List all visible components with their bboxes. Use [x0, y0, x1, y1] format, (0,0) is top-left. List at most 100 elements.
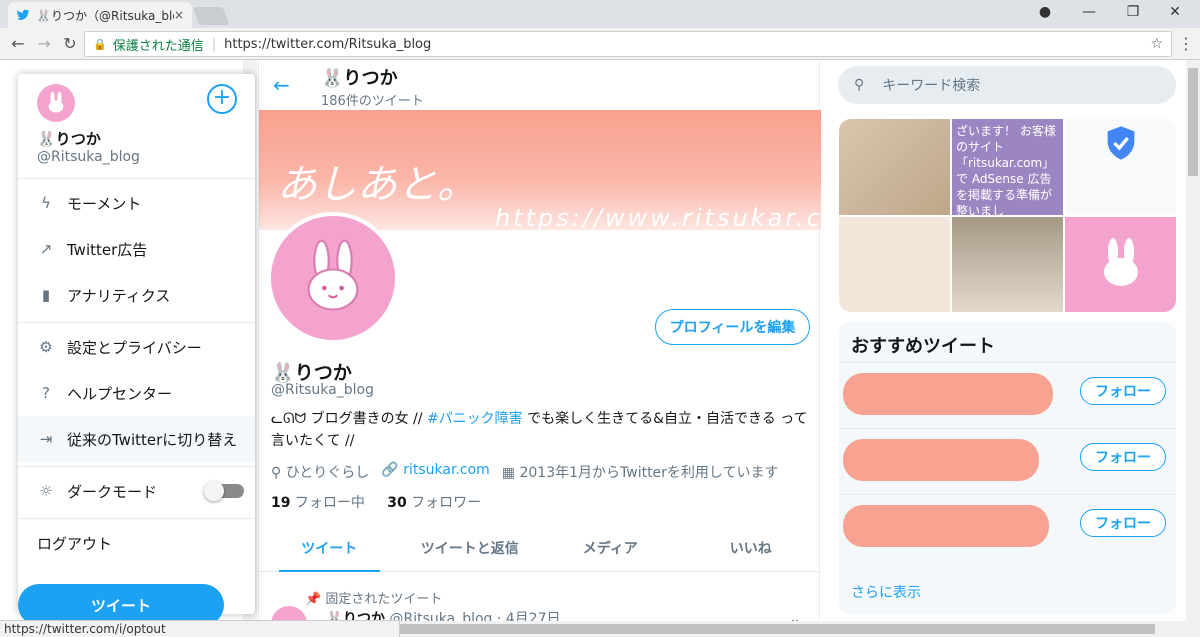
- redacted-user: [843, 373, 1053, 415]
- new-tab-button[interactable]: [192, 7, 230, 25]
- menu-item-label: ヘルプセンター: [67, 384, 173, 403]
- profile-column: ← 🐰りつか 186件のツイート あしあと。 https://www.ritsu…: [258, 60, 822, 621]
- banner-url: https://www.ritsukar.com: [495, 204, 821, 230]
- profile-header: ← 🐰りつか 186件のツイート: [259, 60, 821, 110]
- tab-title: 🐰りつか（@Ritsuka_blog: [36, 8, 174, 23]
- tab-tweets-replies[interactable]: ツイートと返信: [400, 524, 541, 571]
- rabbit-avatar-icon: [307, 239, 359, 311]
- browser-toolbar: ← → ↻ 🔒 保護された通信 | https://twitter.com/Ri…: [0, 28, 1200, 60]
- account-drawer: + 🐰りつか @Ritsuka_blog ϟ モーメント ↗ Twitter広告 ▮…: [18, 74, 255, 614]
- followers-label: フォロワー: [406, 495, 482, 511]
- profile-handle: @Ritsuka_blog: [271, 382, 374, 398]
- rabbit-icon: [1103, 238, 1138, 287]
- recommend-item: フォロー: [839, 428, 1176, 494]
- dark-mode-toggle[interactable]: [204, 481, 244, 501]
- menu-item-label: ログアウト: [37, 534, 113, 553]
- bio-hashtag[interactable]: #パニック障害: [427, 411, 523, 427]
- browser-tab[interactable]: 🐰りつか（@Ritsuka_blog ×: [8, 2, 192, 28]
- profile-avatar[interactable]: [267, 212, 399, 344]
- horizontal-scrollbar[interactable]: [400, 621, 1200, 637]
- external-link-icon: ↗: [39, 240, 53, 258]
- tab-likes[interactable]: いいね: [681, 524, 822, 571]
- shield-check-icon: [1107, 126, 1135, 160]
- reload-icon[interactable]: ↻: [60, 34, 80, 53]
- follow-counts: 19 フォロー中 30 フォロワー: [271, 492, 481, 512]
- media-thumb[interactable]: [839, 216, 950, 312]
- chevron-down-icon[interactable]: ⌄: [789, 611, 801, 621]
- profile-icon[interactable]: ●: [1030, 4, 1060, 20]
- menu-item-logout[interactable]: ログアウト: [18, 520, 255, 566]
- right-scroll-thumb[interactable]: [1188, 68, 1198, 176]
- divider: [18, 322, 255, 323]
- menu-item-label: アナリティクス: [67, 286, 171, 305]
- search-box[interactable]: ⚲ キーワード検索: [838, 66, 1176, 104]
- edit-profile-button[interactable]: プロフィールを編集: [655, 309, 810, 345]
- close-window-icon[interactable]: ✕: [1160, 4, 1190, 20]
- media-thumb[interactable]: [1065, 216, 1176, 312]
- header-name: 🐰りつか: [321, 68, 398, 89]
- drawer-avatar[interactable]: [37, 84, 75, 122]
- menu-item-label: 設定とプライバシー: [67, 338, 202, 357]
- media-grid: ざいます！ お客様のサイト「ritsukar.com」で AdSense 広告を…: [839, 119, 1176, 312]
- add-account-button[interactable]: +: [207, 84, 237, 114]
- menu-item-switch-legacy[interactable]: ⇥ 従来のTwitterに切り替え: [18, 416, 255, 462]
- menu-item-help[interactable]: ? ヘルプセンター: [18, 370, 255, 416]
- tab-tweets[interactable]: ツイート: [259, 524, 400, 572]
- media-thumb[interactable]: [952, 216, 1063, 312]
- calendar-icon: ▦: [501, 465, 520, 481]
- divider: [18, 178, 255, 179]
- recommend-item: フォロー: [839, 362, 1176, 428]
- following-link[interactable]: 19 フォロー中: [271, 495, 365, 511]
- menu-item-moments[interactable]: ϟ モーメント: [18, 180, 255, 226]
- bookmark-star-icon[interactable]: ☆: [1150, 36, 1163, 52]
- menu-icon[interactable]: ⋮: [1176, 34, 1196, 53]
- website-link[interactable]: ritsukar.com: [403, 462, 490, 478]
- media-text: ざいます！ お客様のサイト「ritsukar.com」で AdSense 広告を…: [956, 124, 1056, 215]
- divider: [18, 518, 255, 519]
- back-icon[interactable]: ←: [8, 34, 28, 53]
- gear-icon: ⚙: [39, 338, 53, 356]
- drawer-name: 🐰りつか: [37, 130, 101, 148]
- recommended-tweets: おすすめツイート フォロー フォロー フォロー さらに表示: [839, 322, 1176, 614]
- location: ⚲ ひとりぐらし: [271, 462, 369, 482]
- search-placeholder: キーワード検索: [882, 78, 981, 94]
- secure-label: 保護された通信: [112, 38, 204, 54]
- menu-item-analytics[interactable]: ▮ アナリティクス: [18, 272, 255, 318]
- twitter-bird-icon: [16, 9, 30, 20]
- tab-close-icon[interactable]: ×: [174, 8, 184, 22]
- media-thumb[interactable]: [839, 119, 950, 215]
- menu-item-ads[interactable]: ↗ Twitter広告: [18, 226, 255, 272]
- redacted-user: [843, 439, 1039, 481]
- minimize-icon[interactable]: —: [1074, 4, 1104, 20]
- maximize-icon[interactable]: ❐: [1118, 4, 1148, 20]
- menu-item-label: Twitter広告: [67, 240, 148, 259]
- link-icon: 🔗: [381, 462, 404, 478]
- tweet-button[interactable]: ツイート: [18, 584, 224, 621]
- menu-item-label: 従来のTwitterに切り替え: [67, 430, 238, 449]
- right-scrollbar[interactable]: [1186, 60, 1200, 621]
- follow-button[interactable]: フォロー: [1080, 443, 1166, 471]
- menu-item-dark-mode[interactable]: ☼ ダークモード: [18, 468, 255, 514]
- show-more-link[interactable]: さらに表示: [851, 582, 921, 602]
- follow-button[interactable]: フォロー: [1080, 377, 1166, 405]
- tweet-avatar[interactable]: [271, 606, 307, 621]
- followers-link[interactable]: 30 フォロワー: [387, 495, 481, 511]
- forward-icon[interactable]: →: [34, 34, 54, 53]
- help-icon: ?: [42, 384, 50, 402]
- follow-button[interactable]: フォロー: [1080, 509, 1166, 537]
- horizontal-scroll-thumb[interactable]: [400, 624, 1155, 634]
- menu-item-settings[interactable]: ⚙ 設定とプライバシー: [18, 324, 255, 370]
- omnibox-separator: |: [211, 36, 217, 52]
- tab-media[interactable]: メディア: [540, 524, 681, 571]
- profile-bio: ᓚᘏᗢ ブログ書きの女 // #パニック障害 でも楽しく生きてる&自立・自活でき…: [271, 408, 811, 452]
- media-thumb[interactable]: [1065, 119, 1176, 215]
- address-bar[interactable]: 🔒 保護された通信 | https://twitter.com/Ritsuka_…: [84, 31, 1172, 57]
- divider: [18, 466, 255, 467]
- menu-item-label: モーメント: [67, 194, 142, 213]
- redacted-user: [843, 505, 1049, 547]
- media-thumb[interactable]: ざいます！ お客様のサイト「ritsukar.com」で AdSense 広告を…: [952, 119, 1063, 215]
- profile-name: 🐰りつか: [271, 362, 352, 384]
- back-arrow-icon[interactable]: ←: [273, 73, 290, 97]
- location-icon: ⚲: [271, 465, 286, 481]
- following-label: フォロー中: [290, 495, 365, 511]
